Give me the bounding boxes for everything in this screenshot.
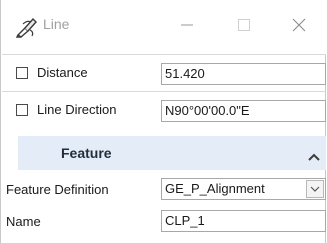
distance-checkbox[interactable] bbox=[16, 67, 28, 79]
dialog-window: Line Distance 51.420 Line Direction N90°… bbox=[0, 0, 326, 243]
chevron-down-icon[interactable] bbox=[306, 180, 324, 198]
name-row: Name CLP_1 bbox=[2, 206, 326, 236]
distance-field[interactable]: 51.420 bbox=[161, 63, 326, 85]
line-direction-label: Line Direction bbox=[37, 102, 117, 117]
close-icon[interactable] bbox=[292, 18, 306, 32]
feature-definition-label: Feature Definition bbox=[6, 182, 109, 197]
line-direction-field[interactable]: N90°00'00.0"E bbox=[161, 100, 326, 122]
pen-stylus-icon bbox=[15, 16, 39, 38]
title-bar[interactable]: Line bbox=[2, 0, 326, 54]
feature-definition-row: Feature Definition GE_P_Alignment bbox=[2, 174, 326, 204]
line-direction-row: Line Direction N90°00'00.0"E bbox=[2, 92, 326, 128]
distance-row: Distance 51.420 bbox=[2, 55, 326, 91]
chevron-up-icon[interactable] bbox=[308, 149, 320, 161]
feature-definition-value: GE_P_Alignment bbox=[165, 181, 265, 196]
line-direction-checkbox[interactable] bbox=[16, 104, 28, 116]
distance-label: Distance bbox=[37, 65, 88, 80]
name-label: Name bbox=[6, 214, 41, 229]
section-title: Feature bbox=[61, 145, 112, 161]
feature-section-header[interactable]: Feature bbox=[18, 136, 326, 170]
window-title: Line bbox=[43, 16, 70, 32]
maximize-icon[interactable] bbox=[237, 18, 251, 32]
feature-definition-dropdown[interactable]: GE_P_Alignment bbox=[161, 178, 326, 200]
minimize-icon[interactable] bbox=[180, 18, 194, 32]
name-field[interactable]: CLP_1 bbox=[161, 210, 326, 232]
